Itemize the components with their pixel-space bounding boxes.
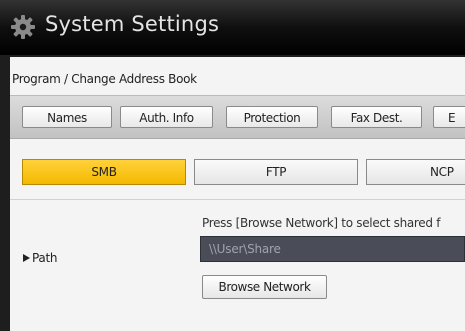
gear-icon [11, 15, 35, 39]
path-input[interactable]: \\User\Share [200, 236, 465, 262]
arrow-right-icon [23, 254, 30, 262]
tab-names[interactable]: Names [22, 106, 112, 128]
protocol-ncp-button[interactable]: NCP [366, 159, 465, 185]
tab-protection[interactable]: Protection [226, 106, 318, 128]
path-label: Path [23, 251, 57, 265]
section-divider [10, 199, 465, 200]
window-title: System Settings [45, 12, 220, 36]
tab-e-partial[interactable]: E [433, 106, 465, 128]
path-label-text: Path [32, 251, 58, 265]
browse-hint-text: Press [Browse Network] to select shared … [202, 216, 441, 230]
breadcrumb: Program / Change Address Book [12, 72, 197, 86]
tab-auth-info[interactable]: Auth. Info [120, 106, 213, 128]
tab-fax-dest[interactable]: Fax Dest. [331, 106, 422, 128]
protocol-smb-button[interactable]: SMB [22, 159, 186, 185]
title-bar: System Settings [0, 0, 465, 55]
protocol-ftp-button[interactable]: FTP [194, 159, 358, 185]
browse-network-button[interactable]: Browse Network [202, 275, 327, 299]
